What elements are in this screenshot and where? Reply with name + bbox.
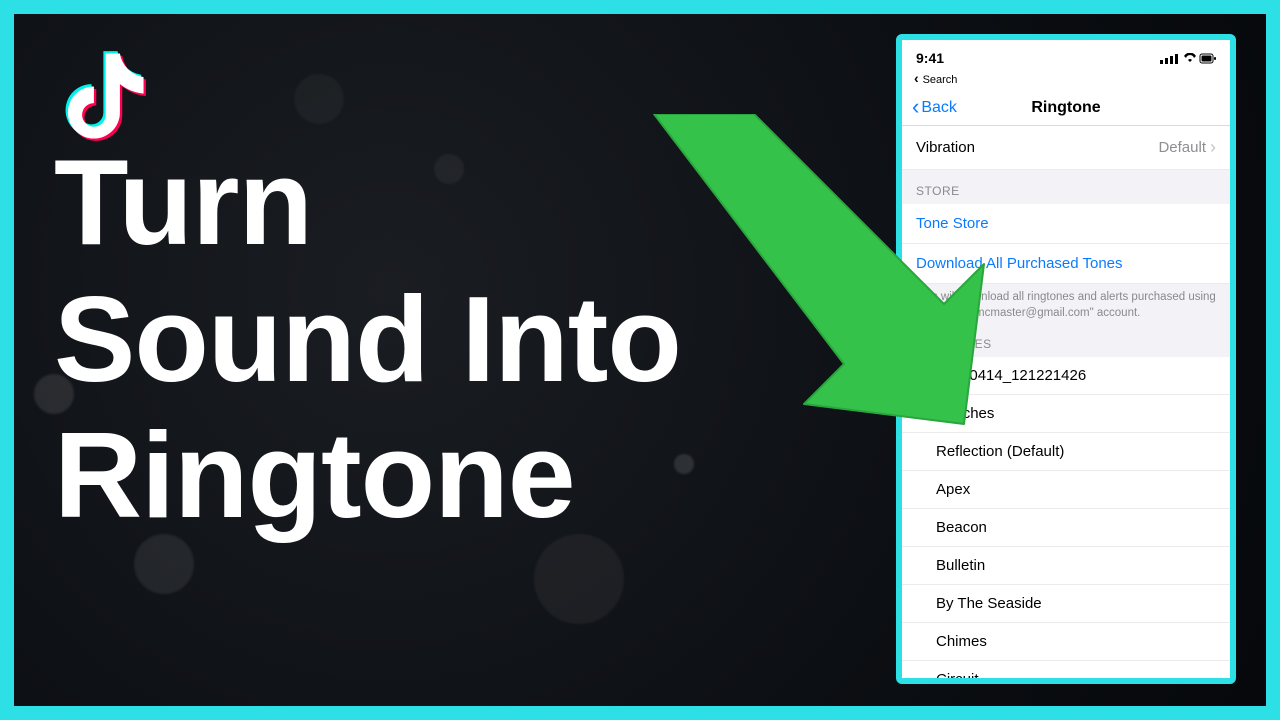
vibration-label: Vibration <box>916 139 975 156</box>
bokeh-dot <box>294 74 344 124</box>
back-button-label: Back <box>921 99 957 117</box>
ringtone-row[interactable]: Apex <box>902 471 1230 509</box>
breadcrumb-search-label: Search <box>923 74 958 86</box>
ringtone-label: Beacon <box>936 519 987 536</box>
ringtone-label: Apex <box>936 481 970 498</box>
ringtone-row[interactable]: Reflection (Default) <box>902 433 1230 471</box>
phone-mockup: 9:41 <box>896 34 1236 684</box>
ringtone-row[interactable]: Chimes <box>902 623 1230 661</box>
thumbnail-canvas: Turn Sound Into Ringtone 9:41 <box>14 14 1266 706</box>
tone-store-label: Tone Store <box>916 215 989 232</box>
settings-list: Vibration Default › STORE Tone Store Dow… <box>902 126 1230 684</box>
headline-text: Turn Sound Into Ringtone <box>54 134 681 544</box>
store-header: STORE <box>902 170 1230 204</box>
bokeh-dot <box>534 534 624 624</box>
ringtone-label: Circuit <box>936 671 979 684</box>
status-time: 9:41 <box>916 50 944 66</box>
nav-bar: ‹ Back Ringtone <box>902 90 1230 126</box>
ringtones-header: RINGTONES <box>902 323 1230 357</box>
vibration-value-wrap: Default › <box>1158 137 1216 158</box>
breadcrumb-search[interactable]: Search <box>902 70 1230 90</box>
download-all-link[interactable]: Download All Purchased Tones <box>902 244 1230 284</box>
back-button[interactable]: ‹ Back <box>912 99 957 117</box>
tone-store-link[interactable]: Tone Store <box>902 204 1230 244</box>
ringtone-row[interactable]: Beacon <box>902 509 1230 547</box>
nav-title: Ringtone <box>1031 99 1100 117</box>
download-all-label: Download All Purchased Tones <box>916 255 1123 272</box>
ringtone-label: By The Seaside <box>936 595 1042 612</box>
ringtone-row[interactable]: By The Seaside <box>902 585 1230 623</box>
download-note: This will download all ringtones and ale… <box>902 284 1230 323</box>
thumbnail-frame: Turn Sound Into Ringtone 9:41 <box>0 0 1280 720</box>
ringtone-label: Bulletin <box>936 557 985 574</box>
ringtone-row[interactable]: Peaches <box>902 395 1230 433</box>
ringtone-row[interactable]: Circuit <box>902 661 1230 684</box>
ringtone-row[interactable]: 20210414_121221426 <box>902 357 1230 395</box>
status-bar: 9:41 <box>902 40 1230 70</box>
ringtone-label: Peaches <box>936 405 994 422</box>
ringtone-label: 20210414_121221426 <box>936 367 1086 384</box>
ringtone-row[interactable]: Bulletin <box>902 547 1230 585</box>
ringtone-label: Chimes <box>936 633 987 650</box>
ringtone-label: Reflection (Default) <box>936 443 1064 460</box>
status-indicators <box>1160 50 1216 66</box>
chevron-right-icon: › <box>1210 137 1216 158</box>
vibration-row[interactable]: Vibration Default › <box>902 126 1230 170</box>
vibration-value: Default <box>1158 139 1206 156</box>
